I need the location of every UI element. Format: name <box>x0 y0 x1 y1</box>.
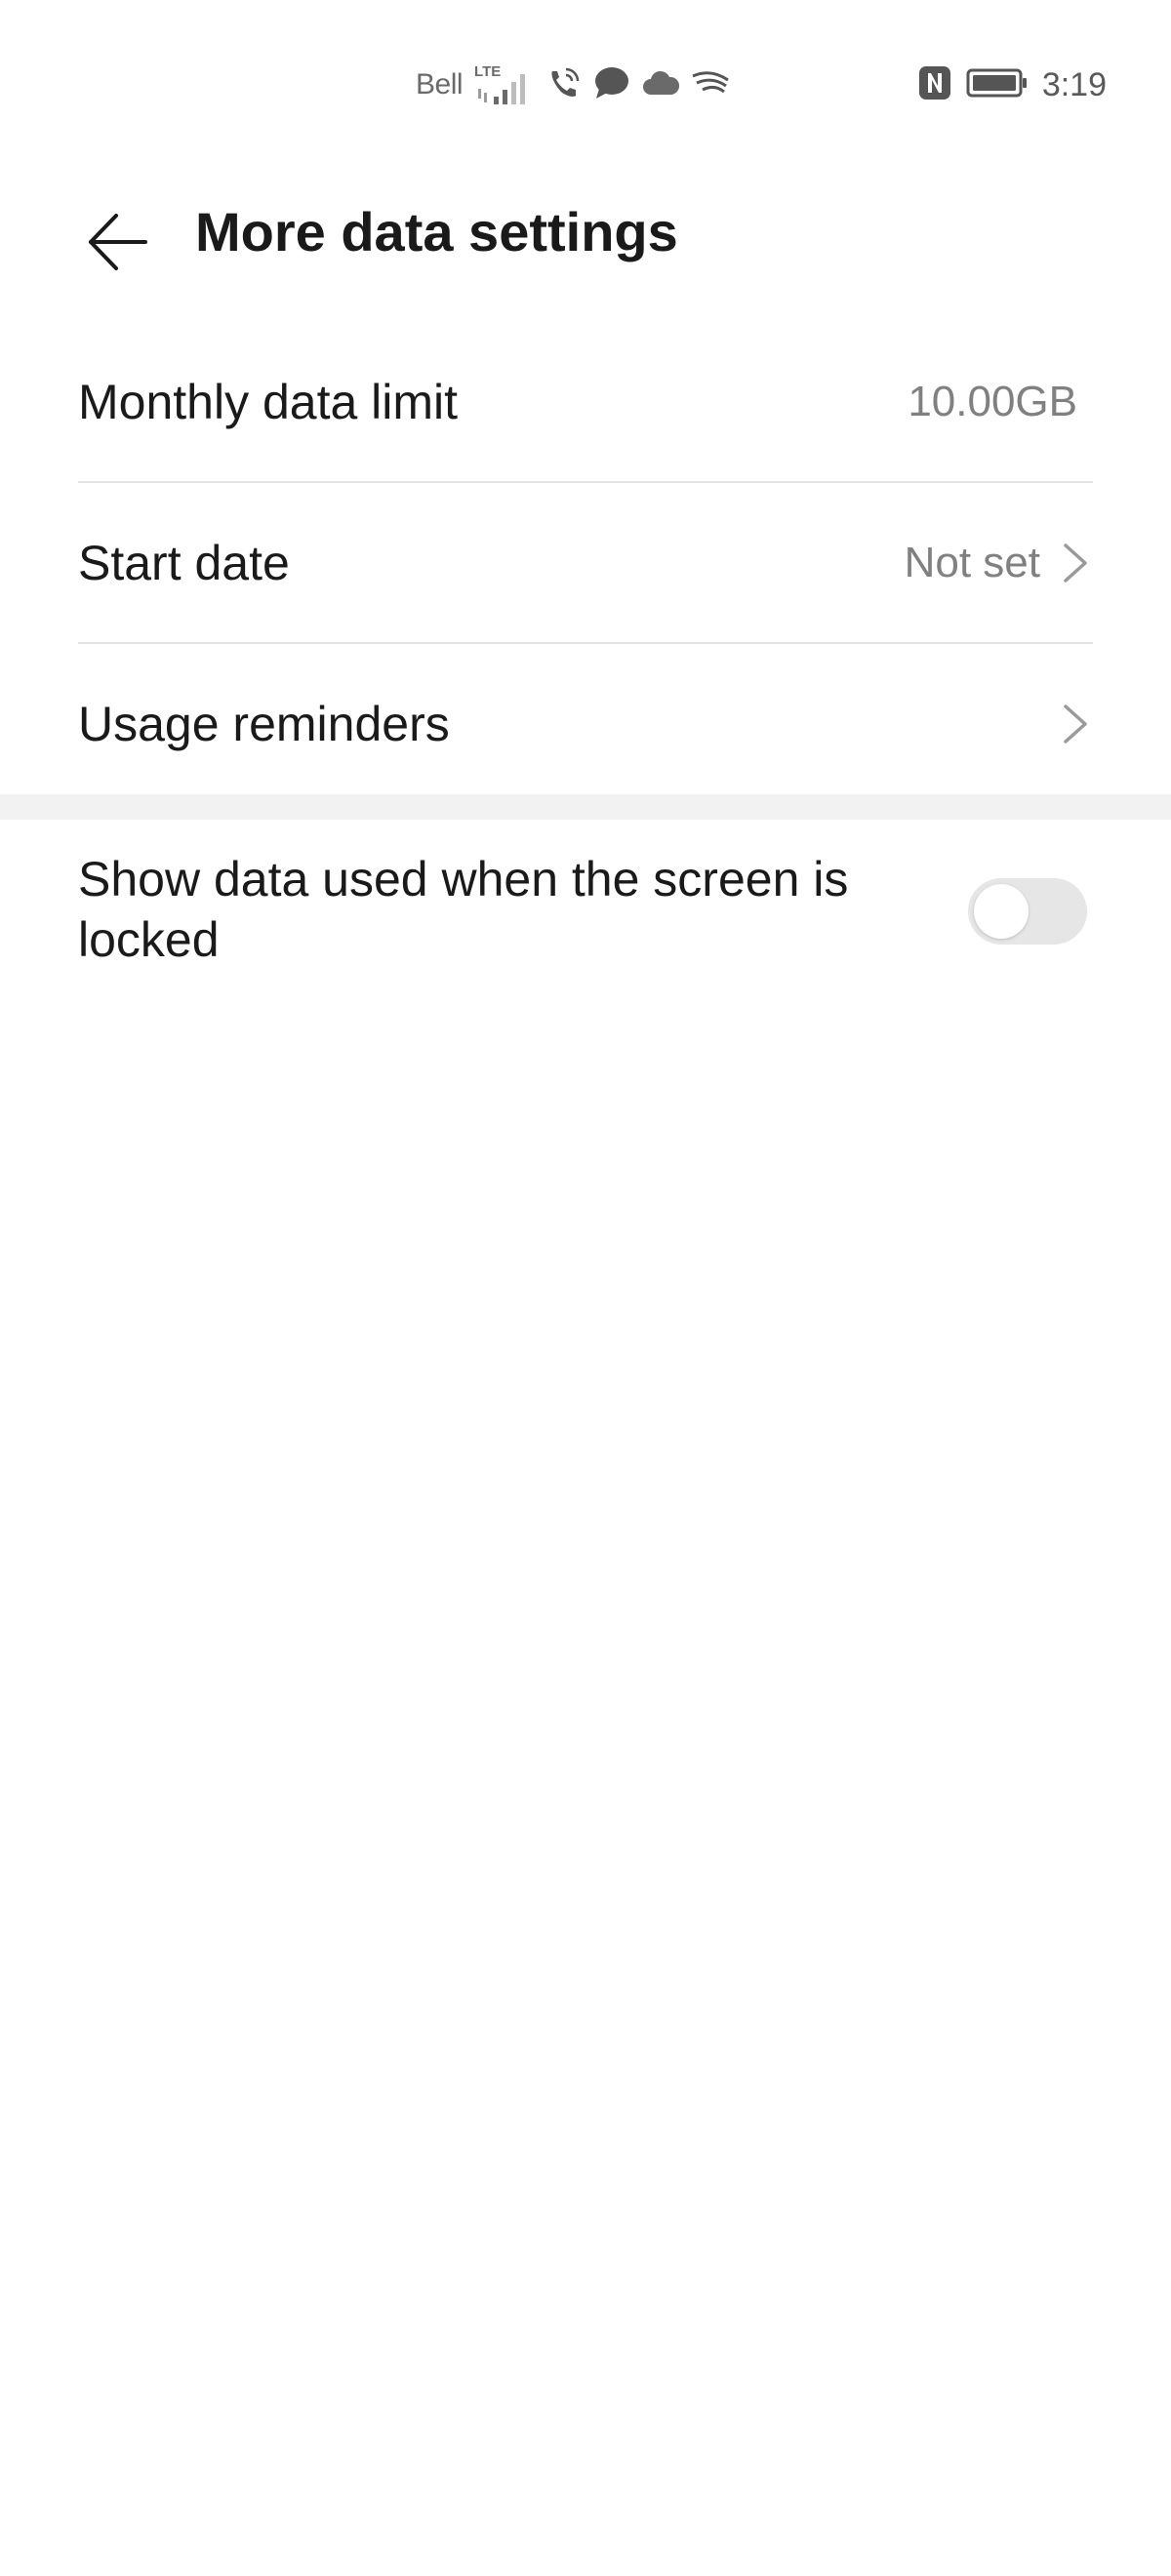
signal-icon: LTE <box>474 63 535 106</box>
lock-screen-data-switch[interactable] <box>968 878 1087 945</box>
cloud-icon <box>642 69 680 101</box>
carrier-name: Bell <box>416 68 464 101</box>
swiftkey-icon <box>691 68 730 102</box>
lock-screen-data-label: Show data used when the screen is locked <box>78 852 849 967</box>
status-bar: Bell LTE 3:19 <box>0 0 1171 172</box>
network-type: LTE <box>474 63 502 80</box>
monthly-data-limit-label: Monthly data limit <box>78 374 459 429</box>
chevron-right-icon <box>1064 704 1087 744</box>
usage-reminders-item[interactable]: Usage reminders <box>78 644 1093 803</box>
status-icons-left: Bell LTE <box>416 60 730 109</box>
status-icons-right: 3:19 <box>917 60 1107 109</box>
settings-list: Monthly data limit 10.00GB Start date No… <box>0 322 1171 803</box>
section-divider <box>0 794 1171 820</box>
back-arrow-icon <box>89 214 147 270</box>
app-bar: More data settings <box>0 172 1171 289</box>
nfc-icon <box>917 64 952 106</box>
usage-reminders-label: Usage reminders <box>78 696 450 751</box>
battery-icon <box>966 67 1029 103</box>
chevron-right-icon <box>1064 543 1087 583</box>
start-date-label: Start date <box>78 535 290 590</box>
switch-knob <box>974 884 1029 939</box>
start-date-item[interactable]: Start date Not set <box>78 483 1093 644</box>
back-button[interactable] <box>68 193 166 291</box>
page-title: More data settings <box>195 201 678 262</box>
monthly-data-limit-value: 10.00GB <box>908 377 1077 425</box>
clock: 3:19 <box>1041 65 1107 103</box>
wifi-calling-icon <box>546 65 582 105</box>
message-icon <box>593 65 630 105</box>
monthly-data-limit-item[interactable]: Monthly data limit 10.00GB <box>78 322 1093 483</box>
lock-screen-data-item[interactable]: Show data used when the screen is locked <box>78 820 1093 1005</box>
start-date-value: Not set <box>904 538 1040 586</box>
